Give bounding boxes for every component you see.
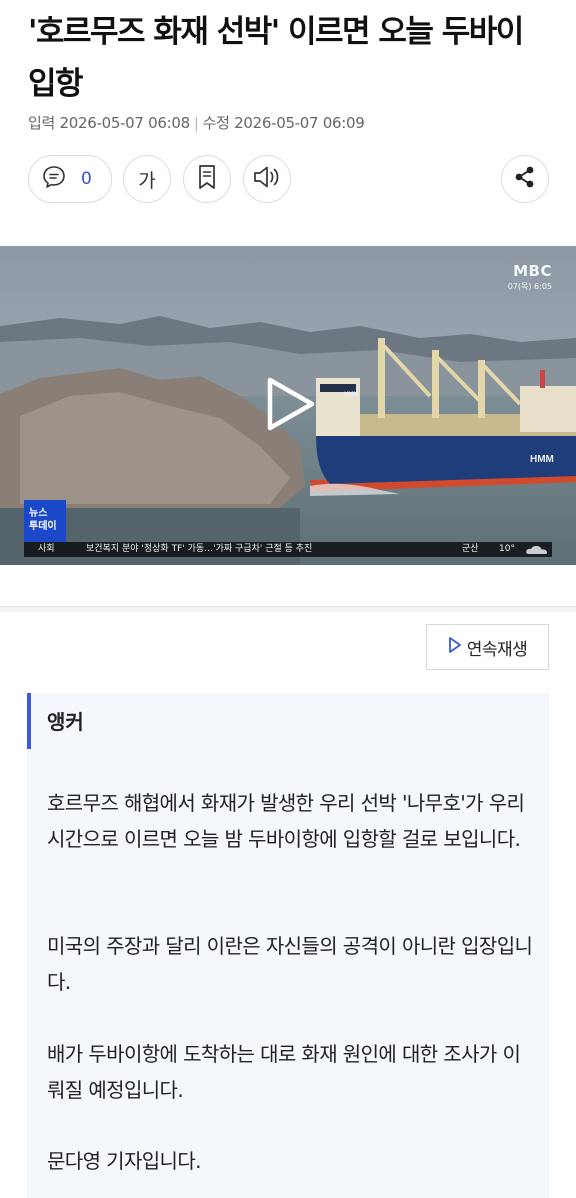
autoplay-label: 연속재생 [466, 639, 528, 660]
share-icon [513, 164, 537, 194]
body-paragraph: 문다영 기자입니다. [47, 1149, 202, 1173]
ticker-category: 사회 [38, 544, 55, 554]
published-time: 2026-05-07 06:08 [59, 114, 190, 132]
comment-button[interactable]: 0 [28, 155, 112, 203]
cloud-icon [525, 545, 549, 561]
body-paragraph: 미국의 주장과 달리 이란은 자신들의 공격이 아니란 입장입니다. [47, 934, 533, 994]
audio-button[interactable] [243, 155, 291, 203]
comment-bubble-icon [41, 164, 67, 194]
ship-bridge-logo: HMM [344, 392, 358, 398]
weather-temp: 10° [499, 544, 515, 554]
program-badge: 뉴스 투데이 [24, 500, 66, 542]
play-outline-icon [448, 636, 462, 659]
anchor-accent-bar [27, 693, 31, 749]
weather-city: 군산 [462, 544, 479, 554]
published-label: 입력 [28, 114, 56, 132]
play-icon[interactable] [262, 374, 318, 438]
video-player[interactable]: HMM HMM MBC 07(목) 6:05 뉴스 투데이 사회 보건복지 분야… [0, 246, 576, 565]
article-meta: 입력 2026-05-07 06:08 | 수정 2026-05-07 06:09 [28, 112, 365, 133]
article-body: 앵커 호르무즈 해협에서 화재가 발생한 우리 선박 '나무호'가 우리 시간으… [27, 693, 549, 1198]
broadcaster-logo: MBC 07(목) 6:05 [508, 262, 552, 292]
ship-hull-logo: HMM [530, 454, 554, 465]
font-size-label: 가 [138, 169, 156, 192]
article-toolbar: 0 가 [28, 155, 549, 205]
modified-time: 2026-05-07 06:09 [234, 114, 365, 132]
program-badge-line2: 투데이 [29, 521, 57, 532]
broadcast-time: 07(목) 6:05 [507, 282, 552, 291]
ticker-text: 보건복지 분야 '정상화 TF' 가동…'가짜 구급차' 근절 등 추진 [86, 544, 313, 554]
body-paragraph: 호르무즈 해협에서 화재가 발생한 우리 선박 '나무호'가 우리 시간으로 이… [47, 791, 525, 851]
article-headline: '호르무즈 화재 선박' 이르면 오늘 두바이 입항 [28, 14, 524, 102]
section-divider [0, 606, 576, 612]
bookmark-icon [196, 164, 218, 194]
modified-label: 수정 [202, 114, 230, 132]
program-badge-line1: 뉴스 [29, 508, 48, 519]
bookmark-button[interactable] [183, 155, 231, 203]
autoplay-button[interactable]: 연속재생 [426, 624, 549, 670]
meta-divider: | [193, 114, 199, 132]
share-button[interactable] [501, 155, 549, 203]
news-ticker: 사회 보건복지 분야 '정상화 TF' 가동…'가짜 구급차' 근절 등 추진 … [24, 542, 552, 557]
body-paragraph: 배가 두바이항에 도착하는 대로 화재 원인에 대한 조사가 이뤄질 예정입니다… [47, 1042, 521, 1102]
font-size-button[interactable]: 가 [123, 155, 171, 203]
anchor-label: 앵커 [47, 710, 84, 734]
broadcaster-name: MBC [513, 262, 552, 280]
comment-count: 0 [81, 169, 92, 189]
speaker-icon [252, 164, 282, 194]
